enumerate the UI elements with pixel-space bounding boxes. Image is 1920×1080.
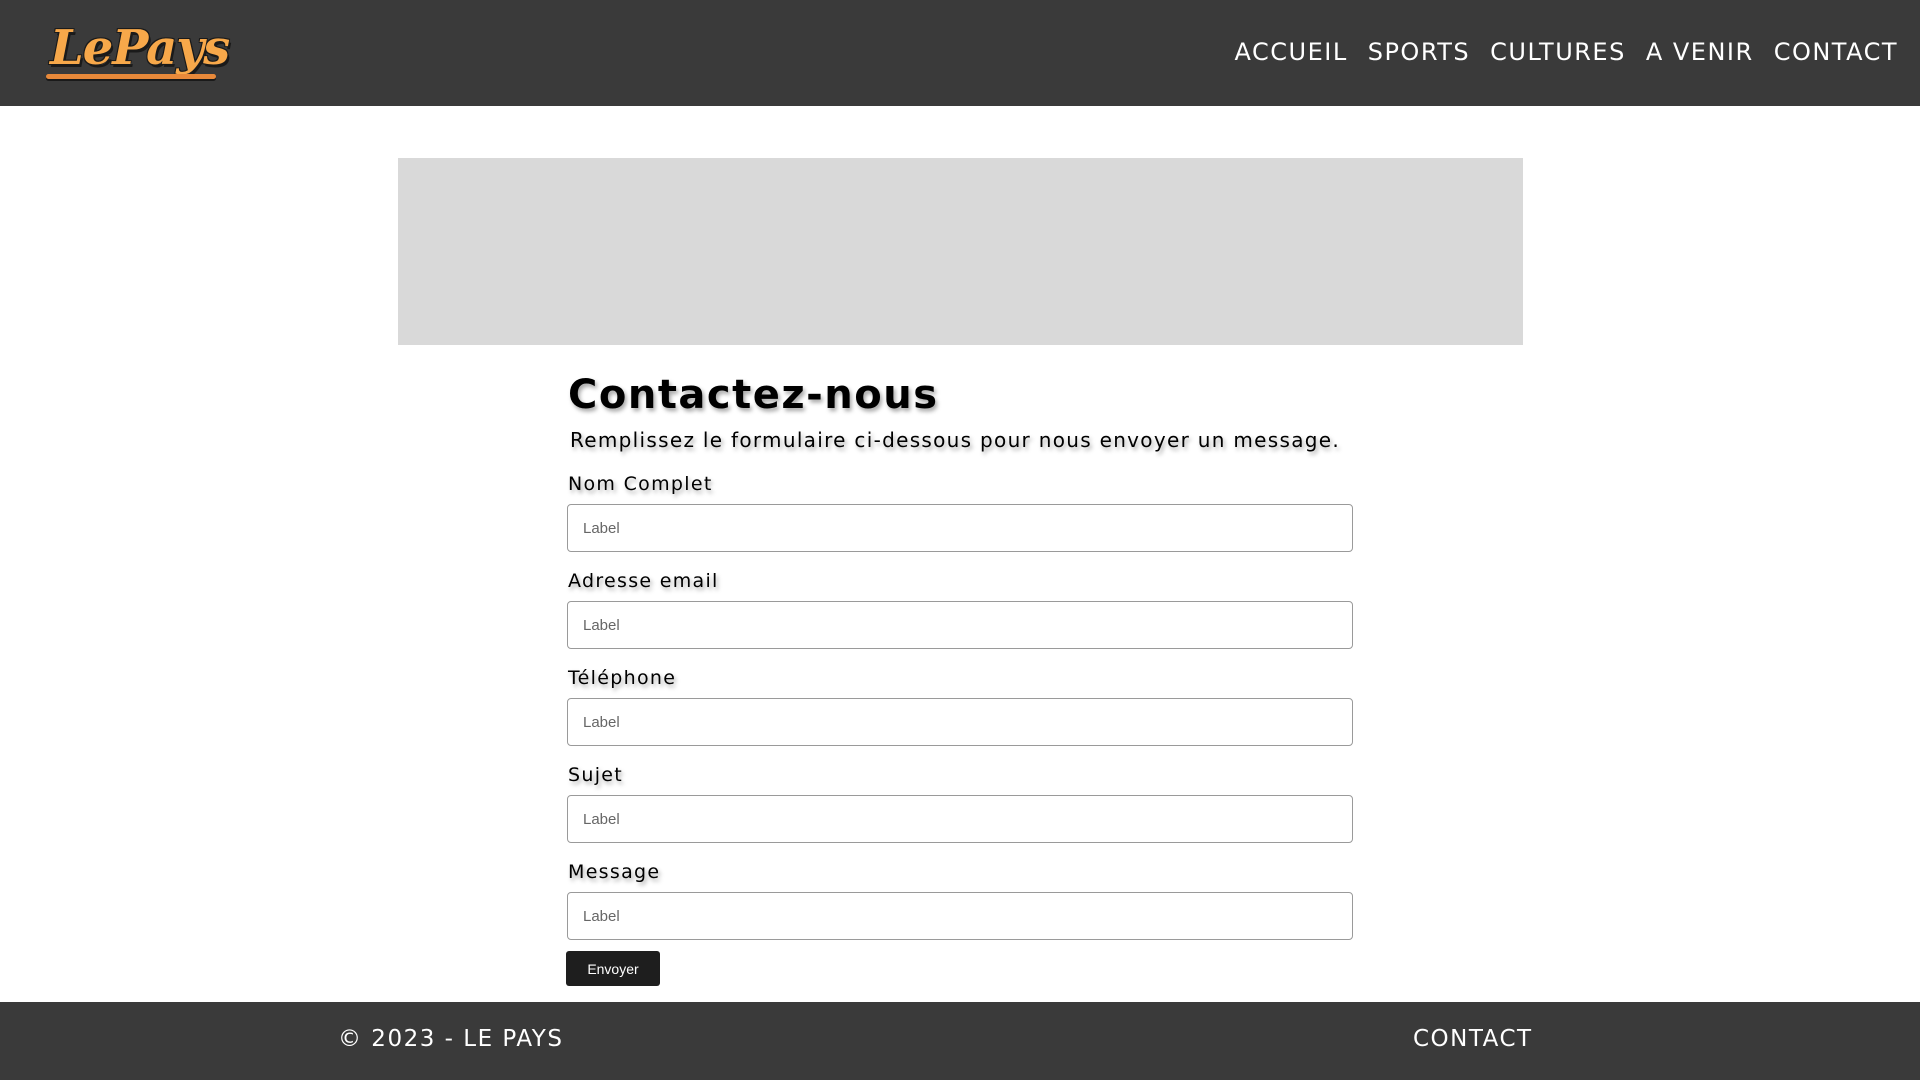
site-logo[interactable]: LePays [46,18,230,84]
main-nav: ACCUEIL SPORTS CULTURES A VENIR CONTACT [1235,38,1898,66]
logo-underline [46,74,216,79]
phone-label: Téléphone [568,667,677,689]
site-header: LePays ACCUEIL SPORTS CULTURES A VENIR C… [0,0,1920,106]
email-input[interactable] [567,601,1353,649]
message-label: Message [568,861,661,883]
message-input[interactable] [567,892,1353,940]
full-name-label: Nom Complet [568,473,713,495]
phone-input[interactable] [567,698,1353,746]
nav-item-cultures[interactable]: CULTURES [1490,38,1626,66]
footer-copyright: © 2023 - LE PAYS [338,1026,564,1052]
full-name-input[interactable] [567,504,1353,552]
logo-text: LePays [50,20,230,76]
nav-item-a-venir[interactable]: A VENIR [1646,38,1754,66]
site-footer: © 2023 - LE PAYS CONTACT [0,1002,1920,1080]
email-label: Adresse email [568,570,719,592]
page-title: Contactez-nous [568,372,939,418]
subject-label: Sujet [568,764,624,786]
banner-placeholder [398,158,1523,345]
subject-input[interactable] [567,795,1353,843]
send-button[interactable]: Envoyer [566,951,660,986]
nav-item-accueil[interactable]: ACCUEIL [1235,38,1348,66]
nav-item-contact[interactable]: CONTACT [1774,38,1898,66]
nav-item-sports[interactable]: SPORTS [1368,38,1470,66]
page-subtitle: Remplissez le formulaire ci-dessous pour… [570,428,1341,452]
footer-contact-link[interactable]: CONTACT [1413,1026,1533,1052]
